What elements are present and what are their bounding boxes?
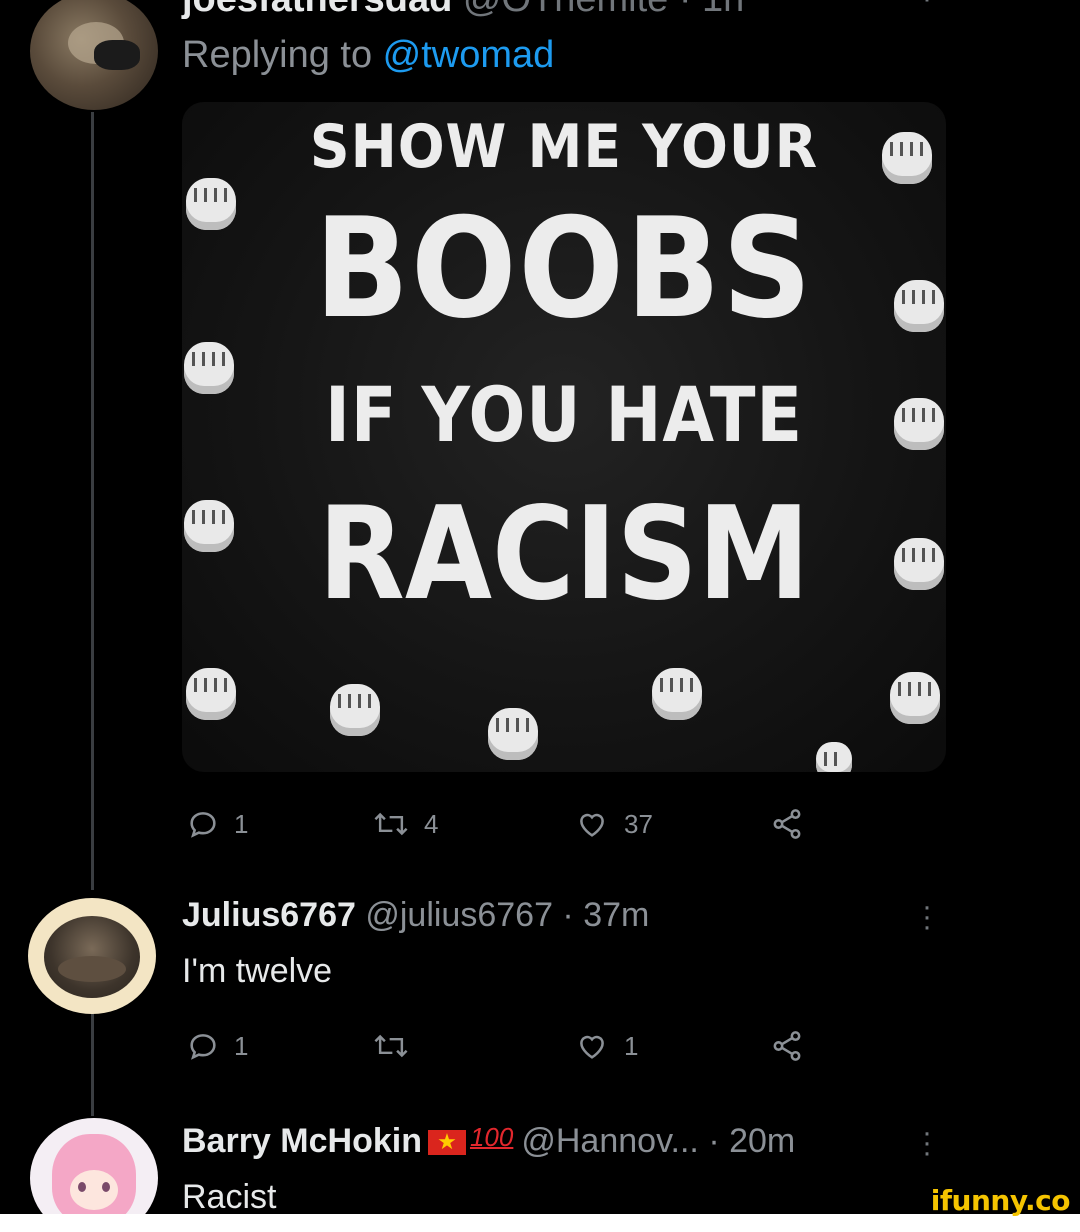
tweet1-image[interactable]: SHOW ME YOUR BOOBS IF YOU HATE RACISM: [182, 102, 946, 772]
tweet2-like-count: 1: [624, 1030, 639, 1061]
fist-icon: [894, 398, 944, 450]
share-icon: [773, 1031, 801, 1061]
tweet1-retweet-button[interactable]: 4: [372, 802, 438, 846]
tweet1-reply-count: 1: [234, 808, 249, 839]
fist-icon: [330, 684, 380, 736]
reply-icon: [190, 1034, 216, 1060]
retweet-icon: [374, 1034, 408, 1058]
tweet2-retweet-button[interactable]: [372, 1024, 410, 1068]
fist-icon: [894, 538, 944, 590]
tweet1-handle-time[interactable]: @OTnemite · 1h: [463, 0, 744, 20]
vietnam-flag-icon: [427, 1126, 466, 1158]
meme-line-3: IF YOU HATE: [325, 370, 803, 459]
tweet2-header: Julius6767 @julius6767 · 37m: [182, 896, 649, 935]
fist-icon: [882, 132, 932, 184]
retweet-icon: [374, 812, 408, 836]
tweet3-handle-time[interactable]: @Hannov... · 20m: [521, 1122, 795, 1160]
tweet3-header: Barry McHokin 100@Hannov... · 20m: [182, 1122, 795, 1161]
fist-icon: [186, 668, 236, 720]
replying-to-label: Replying to: [182, 34, 383, 76]
thread-line-middle: [91, 1012, 94, 1116]
tweet2-more-icon[interactable]: · · ·: [922, 892, 932, 942]
tweet3-more-icon[interactable]: · · ·: [922, 1118, 932, 1168]
tweet2-like-button[interactable]: 1: [574, 1024, 638, 1068]
tweet2-handle-time[interactable]: @julius6767 · 37m: [365, 896, 649, 934]
fist-icon: [894, 280, 944, 332]
replying-to-mention[interactable]: @twomad: [383, 34, 555, 76]
share-icon: [773, 809, 801, 839]
tweet1-author[interactable]: joesfathersdad @OTnemite · 1h: [182, 0, 744, 21]
reply-icon: [190, 812, 216, 838]
fist-icon: [816, 742, 852, 772]
replying-to-line: Replying to @twomad: [182, 34, 554, 77]
fist-icon: [184, 342, 234, 394]
tweet1-action-bar: 1 4 37: [182, 802, 822, 846]
thread-line-top: [91, 112, 94, 890]
tweet2-text: I'm twelve: [182, 952, 333, 990]
tweet3-display-name[interactable]: Barry McHokin: [182, 1122, 422, 1160]
like-icon: [580, 813, 604, 837]
fist-icon: [186, 178, 236, 230]
tweet2-action-bar: 1 1: [182, 1024, 822, 1068]
tweet2-reply-count: 1: [234, 1030, 249, 1061]
like-icon: [580, 1035, 604, 1059]
avatar-julius6767[interactable]: [28, 898, 156, 1014]
hundred-points-icon: 100: [469, 1122, 514, 1152]
tweet1-like-button[interactable]: 37: [574, 802, 653, 846]
meme-line-1: SHOW ME YOUR: [309, 112, 819, 182]
tweet1-more-icon[interactable]: ·: [922, 0, 932, 14]
twitter-thread-screenshot: joesfathersdad @OTnemite · 1h · Replying…: [0, 0, 1080, 1232]
tweet1-like-count: 37: [624, 808, 653, 839]
watermark-bar: [0, 1214, 1080, 1232]
tweet2-display-name[interactable]: Julius6767: [182, 896, 356, 934]
tweet1-retweet-count: 4: [424, 808, 439, 839]
tweet1-display-name[interactable]: joesfathersdad: [182, 0, 452, 20]
fist-icon: [488, 708, 538, 760]
meme-line-4: RACISM: [318, 480, 810, 629]
fist-icon: [652, 668, 702, 720]
tweet2-share-button[interactable]: [770, 1024, 804, 1068]
avatar-joesfathersdad[interactable]: [30, 0, 158, 110]
tweet2-reply-button[interactable]: 1: [186, 1024, 248, 1068]
fist-icon: [184, 500, 234, 552]
meme-line-2: BOOBS: [314, 188, 814, 349]
ifunny-watermark: ifunny.co: [930, 1184, 1071, 1217]
tweet3-text: Racist: [182, 1178, 277, 1216]
tweet1-reply-button[interactable]: 1: [186, 802, 248, 846]
tweet1-share-button[interactable]: [770, 802, 804, 846]
fist-icon: [890, 672, 940, 724]
